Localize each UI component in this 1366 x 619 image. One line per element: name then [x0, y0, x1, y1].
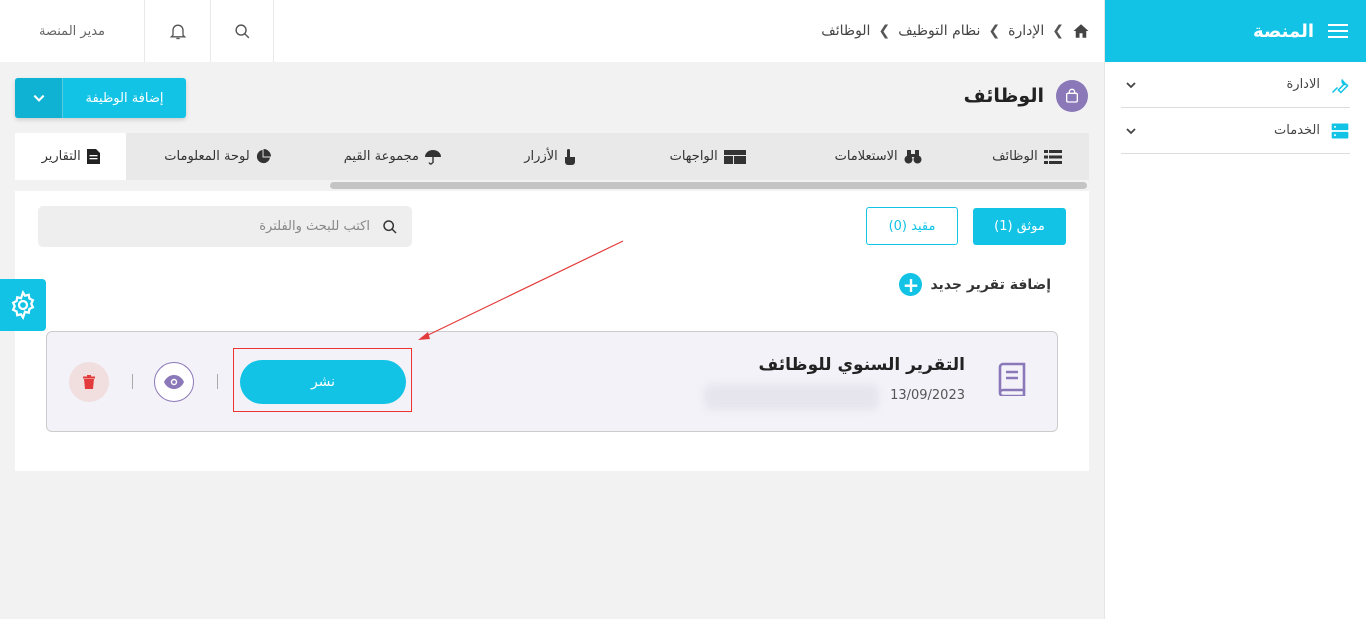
add-job-label: إضافة الوظيفة: [85, 90, 164, 106]
delete-button[interactable]: [69, 362, 109, 402]
eye-icon: [164, 375, 184, 389]
tab-reports[interactable]: التقارير: [15, 133, 127, 180]
notifications-button[interactable]: [145, 0, 211, 62]
top-search-button[interactable]: [211, 0, 274, 62]
reports-panel: موثق (1) مقيد (0) اكتب للبحث والفلترة إض…: [15, 191, 1089, 471]
pie-chart-icon: [256, 149, 271, 164]
wrench-icon: [1331, 78, 1349, 94]
chevron-left-icon: ❮: [878, 23, 891, 39]
bell-icon: [169, 24, 186, 40]
add-job-button[interactable]: إضافة الوظيفة: [15, 78, 186, 118]
add-job-dropdown[interactable]: [15, 78, 63, 118]
plus-icon: +: [899, 273, 923, 296]
search-icon: [383, 219, 397, 234]
breadcrumb-item[interactable]: الإدارة: [1008, 23, 1044, 39]
app-title: المنصة: [1253, 20, 1314, 42]
breadcrumb-item: الوظائف: [821, 23, 871, 39]
layout-icon: [723, 149, 746, 164]
tab-label: الواجهات: [669, 149, 718, 164]
divider: [132, 374, 133, 389]
verified-filter-button[interactable]: موثق (1): [973, 208, 1066, 245]
report-icon: [86, 149, 100, 164]
tabs-scrollbar[interactable]: [330, 182, 1087, 189]
tab-queries[interactable]: الاستعلامات: [791, 133, 964, 180]
chevron-down-icon: [33, 94, 44, 102]
restricted-filter-button[interactable]: مقيد (0): [866, 207, 958, 245]
tab-buttons[interactable]: الأزرار: [476, 133, 624, 180]
tab-interfaces[interactable]: الواجهات: [624, 133, 792, 180]
tab-label: الاستعلامات: [834, 149, 898, 164]
search-icon: [234, 23, 249, 38]
tab-label: التقارير: [41, 149, 81, 164]
sidebar-item-admin[interactable]: الادارة: [1121, 62, 1350, 108]
publish-button[interactable]: نشر: [240, 360, 406, 404]
user-name: مدير المنصة: [39, 23, 105, 39]
tab-label: مجموعة القيم: [343, 149, 419, 164]
binoculars-icon: [904, 149, 922, 163]
settings-button[interactable]: [0, 279, 46, 331]
shopping-bag-icon: [1056, 80, 1088, 112]
divider: [217, 374, 218, 389]
chevron-down-icon: [1126, 127, 1136, 134]
tab-label: الوظائف: [992, 149, 1038, 164]
page-title: الوظائف: [964, 80, 1088, 112]
user-menu[interactable]: مدير المنصة: [0, 0, 145, 62]
redacted-text: [704, 384, 879, 410]
search-placeholder: اكتب للبحث والفلترة: [259, 219, 370, 234]
menu-icon[interactable]: [1328, 23, 1348, 39]
gear-icon: [11, 290, 35, 320]
add-report-label: إضافة تقرير جديد: [930, 276, 1051, 293]
chevron-left-icon: ❮: [1052, 23, 1064, 39]
breadcrumb-item[interactable]: نظام التوظيف: [898, 23, 980, 39]
search-field[interactable]: اكتب للبحث والفلترة: [38, 206, 412, 247]
umbrella-icon: [424, 149, 441, 165]
tab-label: الأزرار: [524, 149, 558, 164]
server-icon: [1331, 123, 1349, 138]
book-icon: [998, 362, 1026, 396]
sidebar-item-services[interactable]: الخدمات: [1121, 108, 1350, 154]
chevron-left-icon: ❮: [988, 23, 1001, 39]
sidebar-item-label: الادارة: [1286, 77, 1320, 92]
report-card: التقرير السنوي للوظائف 13/09/2023 نشر: [46, 331, 1058, 432]
list-icon: [1043, 149, 1062, 164]
tab-label: لوحة المعلومات: [164, 149, 250, 164]
sidebar: المنصة الادارة الخدمات: [1104, 0, 1366, 619]
page-title-text: الوظائف: [963, 85, 1044, 107]
pointer-icon: [564, 148, 575, 165]
top-bar: مدير المنصة ❮ الإدارة ❮ نظام التوظيف ❮ ا…: [0, 0, 1104, 62]
report-title: التقرير السنوي للوظائف: [758, 355, 965, 375]
breadcrumb: ❮ الإدارة ❮ نظام التوظيف ❮ الوظائف: [821, 0, 1090, 62]
report-date: 13/09/2023: [890, 388, 965, 403]
tab-value-groups[interactable]: مجموعة القيم: [309, 133, 477, 180]
tab-dashboard[interactable]: لوحة المعلومات: [126, 133, 308, 180]
sidebar-header: المنصة: [1105, 0, 1366, 62]
home-icon[interactable]: [1072, 22, 1090, 40]
add-report-link[interactable]: إضافة تقرير جديد +: [899, 273, 1051, 296]
trash-icon: [83, 375, 95, 389]
view-button[interactable]: [154, 362, 194, 402]
sidebar-item-label: الخدمات: [1274, 123, 1320, 138]
tab-jobs[interactable]: الوظائف: [965, 133, 1089, 180]
chevron-down-icon: [1126, 81, 1136, 88]
tab-bar: الوظائف الاستعلامات الواجهات الأزرار مجم…: [15, 133, 1089, 180]
